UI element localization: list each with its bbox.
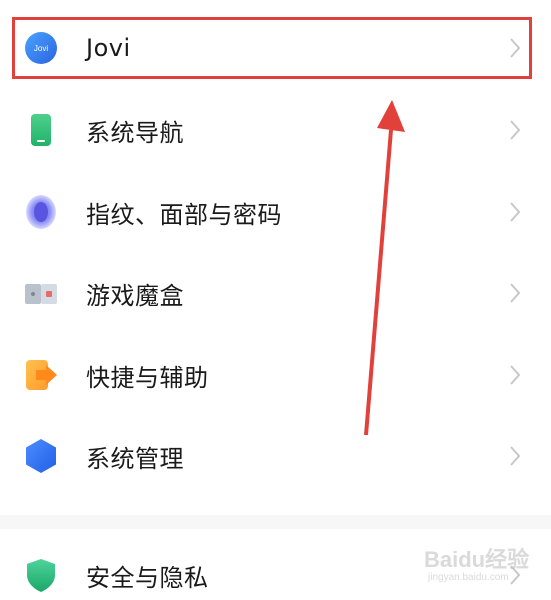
chevron-right-icon [510,365,521,385]
settings-item-game-box[interactable]: 游戏魔盒 [0,253,551,333]
jovi-icon: Jovi [22,29,60,67]
settings-item-jovi[interactable]: Jovi Jovi [0,8,551,88]
system-management-icon [22,437,60,475]
shortcut-arrow-icon [22,356,60,394]
security-shield-icon [22,556,60,594]
settings-item-fingerprint-face-password[interactable]: 指纹、面部与密码 [0,172,551,252]
settings-item-system-navigation[interactable]: 系统导航 [0,90,551,170]
phone-navigation-icon [22,111,60,149]
settings-item-label: 快捷与辅助 [86,363,209,392]
chevron-right-icon [510,446,521,466]
settings-item-label: 安全与隐私 [86,563,209,592]
settings-item-label: Jovi [86,34,131,62]
chevron-right-icon [510,283,521,303]
game-box-icon [22,274,60,312]
settings-item-label: 系统导航 [86,118,184,147]
settings-item-label: 系统管理 [86,444,184,473]
chevron-right-icon [510,120,521,140]
settings-item-system-management[interactable]: 系统管理 [0,416,551,496]
chevron-right-icon [510,202,521,222]
section-divider [0,515,551,529]
fingerprint-icon [22,193,60,231]
jovi-icon-text: Jovi [34,44,48,53]
settings-item-security-privacy[interactable]: 安全与隐私 [0,535,551,600]
settings-item-shortcuts-accessibility[interactable]: 快捷与辅助 [0,335,551,415]
settings-screen: Jovi Jovi 系统导航 指纹、面部与密码 游戏魔盒 快捷与辅助 系统管理 … [0,0,551,600]
settings-item-label: 游戏魔盒 [86,281,184,310]
settings-item-label: 指纹、面部与密码 [86,200,282,229]
chevron-right-icon [510,38,521,58]
chevron-right-icon [510,565,521,585]
